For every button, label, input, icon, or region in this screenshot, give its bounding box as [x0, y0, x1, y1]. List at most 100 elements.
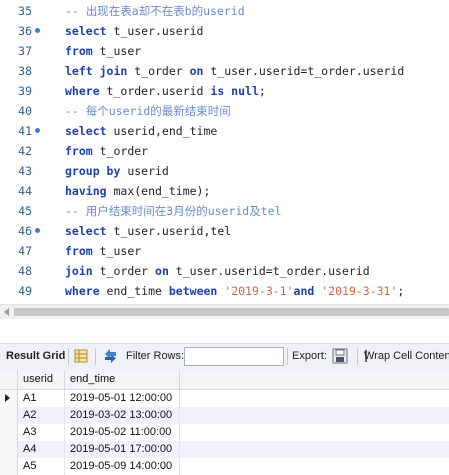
line-number: 42: [18, 144, 32, 158]
sql-comment: -- 出现在表a却不在表b的userid: [65, 4, 245, 18]
result-grid-tab[interactable]: Result Grid: [6, 350, 65, 362]
filter-rows-label: Filter Rows:: [126, 350, 185, 362]
cell-userid[interactable]: A2: [18, 407, 65, 424]
horizontal-scrollbar[interactable]: [0, 304, 449, 319]
sql-keyword: between: [168, 284, 218, 298]
line-number: 35: [18, 4, 32, 18]
sql-token: ;: [258, 84, 266, 98]
code-line[interactable]: 43 group by userid: [0, 161, 449, 181]
scroll-left-arrow-icon[interactable]: [4, 308, 9, 316]
code-line[interactable]: 41 select userid,end_time: [0, 121, 449, 141]
sql-keyword: on: [189, 64, 204, 78]
sql-token: t_user.userid=t_order.userid: [168, 264, 370, 278]
sql-string: '2019-3-31': [321, 284, 398, 298]
code-line[interactable]: 36 select t_user.userid: [0, 21, 449, 41]
sql-keyword: having: [65, 184, 107, 198]
cell-userid[interactable]: A4: [18, 441, 65, 458]
cell-end-time[interactable]: 2019-05-02 11:00:00: [65, 424, 180, 441]
panel-splitter[interactable]: [0, 319, 449, 343]
toolbar-divider: [287, 348, 288, 365]
sql-keyword: left join: [65, 64, 128, 78]
line-number: 37: [18, 44, 32, 58]
code-line[interactable]: 45 -- 用户结束时间在3月份的userid及tel: [0, 201, 449, 221]
column-header-userid[interactable]: userid: [18, 370, 65, 389]
cell-userid[interactable]: A1: [18, 390, 65, 407]
code-text: having max(end_time);: [65, 181, 210, 201]
row-header[interactable]: [0, 458, 18, 475]
refresh-icon[interactable]: [102, 348, 119, 364]
row-header-corner: [0, 370, 18, 389]
cell-end-time[interactable]: 2019-03-02 13:00:00: [65, 407, 180, 424]
code-line[interactable]: 46 select t_user.userid,tel: [0, 221, 449, 241]
code-text: join t_order on t_user.userid=t_order.us…: [65, 261, 370, 281]
table-row[interactable]: A4 2019-05-01 17:00:00: [0, 441, 449, 458]
row-header[interactable]: [0, 407, 18, 424]
table-row[interactable]: A2 2019-03-02 13:00:00: [0, 407, 449, 424]
cell-userid[interactable]: A3: [18, 424, 65, 441]
sql-token: t_order: [127, 64, 190, 78]
sql-token: t_order: [92, 144, 149, 158]
sql-token: t_order: [92, 264, 156, 278]
cell-end-time[interactable]: 2019-05-01 12:00:00: [65, 390, 180, 407]
sql-keyword: group by: [65, 164, 121, 178]
code-line[interactable]: 39 where t_order.userid is null;: [0, 81, 449, 101]
sql-keyword: select: [65, 24, 107, 38]
row-header[interactable]: [0, 390, 18, 407]
sql-token: end_time: [99, 284, 169, 298]
toolbar-divider: [68, 348, 69, 365]
code-line[interactable]: 35 -- 出现在表a却不在表b的userid: [0, 1, 449, 21]
line-number: 48: [18, 264, 32, 278]
sql-token: t_user.userid,tel: [106, 224, 232, 238]
sql-keyword: where: [65, 284, 100, 298]
sql-keyword: from: [65, 144, 93, 158]
sql-keyword: where: [65, 84, 100, 98]
line-number: 49: [18, 284, 32, 298]
statement-marker-icon: [35, 28, 40, 33]
line-number: 40: [18, 104, 32, 118]
table-row[interactable]: A1 2019-05-01 12:00:00: [0, 390, 449, 407]
code-line[interactable]: 42 from t_order: [0, 141, 449, 161]
code-line[interactable]: 40 -- 每个userid的最新结束时间: [0, 101, 449, 121]
sql-token: t_user.userid=t_order.userid: [203, 64, 405, 78]
scrollbar-thumb[interactable]: [14, 308, 449, 316]
sql-token: t_user.userid: [106, 24, 204, 38]
export-icon[interactable]: [332, 348, 349, 364]
toolbar-divider: [357, 348, 358, 365]
code-text: left join t_order on t_user.userid=t_ord…: [65, 61, 404, 81]
sql-token: t_user: [92, 44, 142, 58]
code-line[interactable]: 47 from t_user: [0, 241, 449, 261]
code-text: from t_user: [65, 41, 141, 61]
grid-header: userid end_time: [0, 370, 449, 390]
column-header-end-time[interactable]: end_time: [65, 370, 180, 389]
code-line[interactable]: 44 having max(end_time);: [0, 181, 449, 201]
sql-comment: -- 每个userid的最新结束时间: [65, 104, 231, 118]
filter-rows-input[interactable]: [184, 347, 284, 366]
sql-comment: -- 用户结束时间在3月份的userid及tel: [65, 204, 282, 218]
sql-keyword: is null: [210, 84, 259, 98]
code-text: -- 出现在表a却不在表b的userid: [65, 1, 245, 21]
table-row[interactable]: A3 2019-05-02 11:00:00: [0, 424, 449, 441]
line-number: 36: [18, 24, 32, 38]
sql-keyword: from: [65, 244, 93, 258]
line-number: 38: [18, 64, 32, 78]
wrap-cell-content-label[interactable]: Wrap Cell Content:: [364, 350, 449, 362]
code-line[interactable]: 48 join t_order on t_user.userid=t_order.…: [0, 261, 449, 281]
sql-keyword: on: [155, 264, 169, 278]
cell-end-time[interactable]: 2019-05-09 14:00:00: [65, 458, 180, 475]
code-text: where t_order.userid is null;: [65, 81, 266, 101]
code-line[interactable]: 38 left join t_order on t_user.userid=t_o…: [0, 61, 449, 81]
sql-keyword: join: [65, 264, 93, 278]
code-line[interactable]: 49 where end_time between '2019-3-1'and '…: [0, 281, 449, 301]
grid-view-icon[interactable]: [74, 349, 88, 363]
code-line[interactable]: 37 from t_user: [0, 41, 449, 61]
current-row-arrow-icon: [5, 394, 10, 402]
line-number: 41: [18, 124, 32, 138]
cell-end-time[interactable]: 2019-05-01 17:00:00: [65, 441, 180, 458]
cell-userid[interactable]: A5: [18, 458, 65, 475]
sql-editor[interactable]: 35 -- 出现在表a却不在表b的userid 36 select t_user.us…: [0, 0, 449, 304]
result-grid: userid end_time A1 2019-05-01 12:00:00 A2 2…: [0, 370, 449, 475]
table-row[interactable]: A5 2019-05-09 14:00:00: [0, 458, 449, 475]
row-header[interactable]: [0, 424, 18, 441]
code-text: -- 用户结束时间在3月份的userid及tel: [65, 201, 282, 221]
row-header[interactable]: [0, 441, 18, 458]
